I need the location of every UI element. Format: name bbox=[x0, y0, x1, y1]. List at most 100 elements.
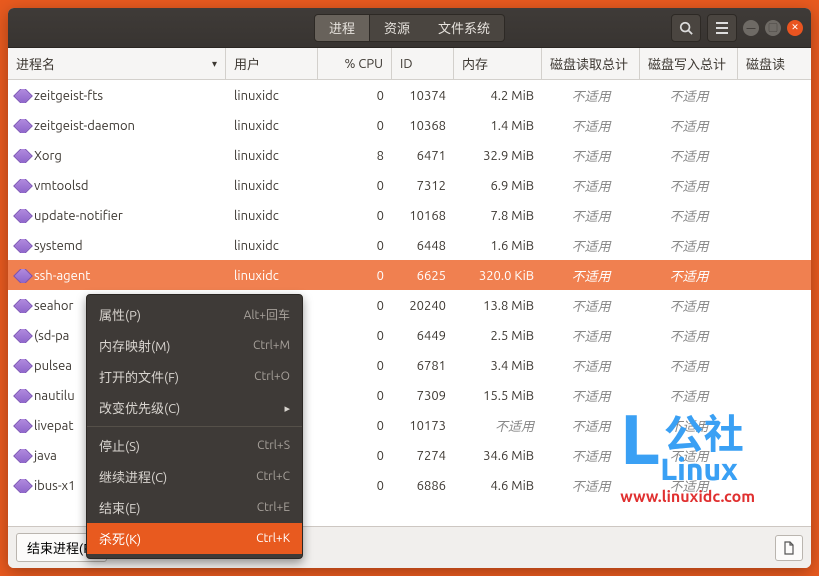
col-id[interactable]: ID bbox=[392, 48, 454, 79]
menu-item[interactable]: 打开的文件(F)Ctrl+O bbox=[87, 361, 302, 392]
cell-mem: 6.9 MiB bbox=[454, 179, 542, 193]
cell-mem: 不适用 bbox=[454, 416, 542, 435]
cell-disk-write: 不适用 bbox=[640, 416, 738, 435]
process-icon bbox=[13, 89, 33, 103]
minimize-button[interactable]: — bbox=[743, 20, 759, 36]
cell-cpu: 0 bbox=[318, 419, 392, 433]
menu-label: 内存映射(M) bbox=[99, 336, 171, 355]
hamburger-icon bbox=[715, 22, 729, 34]
menu-label: 属性(P) bbox=[99, 305, 141, 324]
process-name: vmtoolsd bbox=[34, 179, 89, 193]
process-icon bbox=[13, 269, 33, 283]
col-disk-read[interactable]: 磁盘读取总计 bbox=[542, 48, 640, 79]
menu-item[interactable]: 属性(P)Alt+回车 bbox=[87, 299, 302, 330]
cell-disk-read: 不适用 bbox=[542, 446, 640, 465]
menu-button[interactable] bbox=[707, 14, 737, 42]
cell-disk-write: 不适用 bbox=[640, 206, 738, 225]
cell-id: 6625 bbox=[392, 269, 454, 283]
cell-cpu: 8 bbox=[318, 149, 392, 163]
properties-button[interactable] bbox=[775, 535, 803, 561]
col-mem[interactable]: 内存 bbox=[454, 48, 542, 79]
menu-item[interactable]: 改变优先级(C) bbox=[87, 392, 302, 423]
cell-mem: 15.5 MiB bbox=[454, 389, 542, 403]
cell-id: 6471 bbox=[392, 149, 454, 163]
menu-item[interactable]: 结束(E)Ctrl+E bbox=[87, 492, 302, 523]
process-icon bbox=[13, 359, 33, 373]
search-button[interactable] bbox=[671, 14, 701, 42]
process-icon bbox=[13, 209, 33, 223]
menu-item[interactable]: 停止(S)Ctrl+S bbox=[87, 430, 302, 461]
process-name: zeitgeist-fts bbox=[34, 89, 103, 103]
tab-filesystems[interactable]: 文件系统 bbox=[424, 14, 505, 42]
cell-cpu: 0 bbox=[318, 239, 392, 253]
table-row[interactable]: Xorglinuxidc8647132.9 MiB不适用不适用 bbox=[8, 140, 811, 170]
context-menu[interactable]: 属性(P)Alt+回车内存映射(M)Ctrl+M打开的文件(F)Ctrl+O改变… bbox=[86, 294, 303, 559]
cell-mem: 4.2 MiB bbox=[454, 89, 542, 103]
cell-disk-write: 不适用 bbox=[640, 476, 738, 495]
cell-mem: 1.6 MiB bbox=[454, 239, 542, 253]
cell-id: 10374 bbox=[392, 89, 454, 103]
cell-id: 10368 bbox=[392, 119, 454, 133]
process-icon bbox=[13, 419, 33, 433]
cell-mem: 1.4 MiB bbox=[454, 119, 542, 133]
cell-disk-write: 不适用 bbox=[640, 356, 738, 375]
process-icon bbox=[13, 329, 33, 343]
cell-user: linuxidc bbox=[226, 209, 318, 223]
process-icon bbox=[13, 389, 33, 403]
cell-cpu: 0 bbox=[318, 119, 392, 133]
cell-disk-write: 不适用 bbox=[640, 386, 738, 405]
process-name: ssh-agent bbox=[34, 269, 90, 283]
cell-disk-read: 不适用 bbox=[542, 476, 640, 495]
table-row[interactable]: systemdlinuxidc064481.6 MiB不适用不适用 bbox=[8, 230, 811, 260]
cell-disk-read: 不适用 bbox=[542, 356, 640, 375]
col-disk-write[interactable]: 磁盘写入总计 bbox=[640, 48, 738, 79]
process-name: nautilu bbox=[34, 389, 75, 403]
cell-disk-write: 不适用 bbox=[640, 146, 738, 165]
cell-disk-read: 不适用 bbox=[542, 326, 640, 345]
cell-disk-read: 不适用 bbox=[542, 146, 640, 165]
menu-item[interactable]: 内存映射(M)Ctrl+M bbox=[87, 330, 302, 361]
cell-disk-read: 不适用 bbox=[542, 86, 640, 105]
cell-user: linuxidc bbox=[226, 149, 318, 163]
col-name[interactable]: 进程名 bbox=[8, 48, 226, 79]
tab-processes[interactable]: 进程 bbox=[314, 14, 370, 42]
menu-item[interactable]: 继续进程(C)Ctrl+C bbox=[87, 461, 302, 492]
process-icon bbox=[13, 239, 33, 253]
cell-id: 6449 bbox=[392, 329, 454, 343]
table-row[interactable]: update-notifierlinuxidc0101687.8 MiB不适用不… bbox=[8, 200, 811, 230]
cell-id: 7274 bbox=[392, 449, 454, 463]
cell-disk-read: 不适用 bbox=[542, 206, 640, 225]
cell-disk-write: 不适用 bbox=[640, 296, 738, 315]
menu-label: 结束(E) bbox=[99, 498, 140, 517]
cell-disk-read: 不适用 bbox=[542, 266, 640, 285]
cell-user: linuxidc bbox=[226, 269, 318, 283]
cell-cpu: 0 bbox=[318, 209, 392, 223]
process-icon bbox=[13, 299, 33, 313]
cell-disk-write: 不适用 bbox=[640, 116, 738, 135]
menu-label: 继续进程(C) bbox=[99, 467, 167, 486]
menu-item[interactable]: 杀死(K)Ctrl+K bbox=[87, 523, 302, 554]
table-row[interactable]: vmtoolsdlinuxidc073126.9 MiB不适用不适用 bbox=[8, 170, 811, 200]
col-disk-extra[interactable]: 磁盘读 bbox=[738, 48, 793, 79]
col-user[interactable]: 用户 bbox=[226, 48, 318, 79]
table-row[interactable]: zeitgeist-daemonlinuxidc0103681.4 MiB不适用… bbox=[8, 110, 811, 140]
table-row[interactable]: ssh-agentlinuxidc06625320.0 KiB不适用不适用 bbox=[8, 260, 811, 290]
cell-disk-write: 不适用 bbox=[640, 446, 738, 465]
table-row[interactable]: zeitgeist-ftslinuxidc0103744.2 MiB不适用不适用 bbox=[8, 80, 811, 110]
process-name: update-notifier bbox=[34, 209, 123, 223]
process-name: ibus-x1 bbox=[34, 479, 75, 493]
process-name: Xorg bbox=[34, 149, 62, 163]
close-button[interactable]: ✕ bbox=[787, 20, 803, 36]
process-icon bbox=[13, 119, 33, 133]
cell-disk-write: 不适用 bbox=[640, 176, 738, 195]
cell-disk-read: 不适用 bbox=[542, 296, 640, 315]
tab-resources[interactable]: 资源 bbox=[370, 14, 424, 42]
maximize-button[interactable]: ▢ bbox=[765, 20, 781, 36]
cell-disk-read: 不适用 bbox=[542, 416, 640, 435]
menu-accel: Ctrl+S bbox=[257, 439, 290, 452]
cell-mem: 320.0 KiB bbox=[454, 269, 542, 283]
col-cpu[interactable]: % CPU bbox=[318, 48, 392, 79]
cell-cpu: 0 bbox=[318, 179, 392, 193]
process-icon bbox=[13, 149, 33, 163]
cell-id: 10168 bbox=[392, 209, 454, 223]
